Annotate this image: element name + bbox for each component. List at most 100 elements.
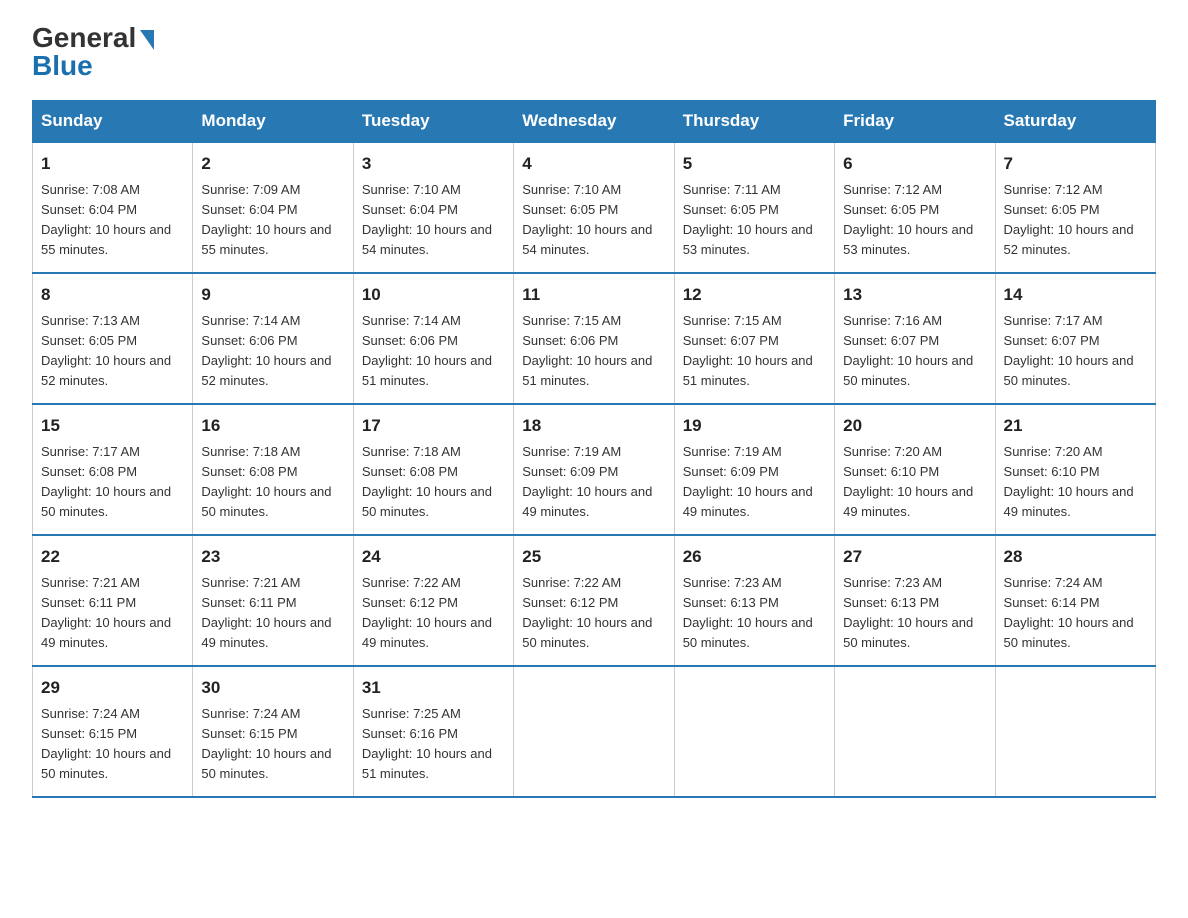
calendar-cell: 17Sunrise: 7:18 AMSunset: 6:08 PMDayligh… xyxy=(353,404,513,535)
day-info: Sunrise: 7:25 AMSunset: 6:16 PMDaylight:… xyxy=(362,706,492,781)
day-number: 4 xyxy=(522,151,665,177)
calendar-cell: 2 Sunrise: 7:09 AMSunset: 6:04 PMDaylight… xyxy=(193,142,353,273)
calendar-week-row: 22 Sunrise: 7:21 AMSunset: 6:11 PMDayligh… xyxy=(33,535,1156,666)
logo: General Blue xyxy=(32,24,154,80)
calendar-cell xyxy=(514,666,674,797)
day-number: 9 xyxy=(201,282,344,308)
calendar-cell: 30 Sunrise: 7:24 AMSunset: 6:15 PMDayligh… xyxy=(193,666,353,797)
calendar-cell: 14 Sunrise: 7:17 AMSunset: 6:07 PMDayligh… xyxy=(995,273,1155,404)
day-info: Sunrise: 7:09 AMSunset: 6:04 PMDaylight:… xyxy=(201,182,331,257)
day-number: 8 xyxy=(41,282,184,308)
day-number: 12 xyxy=(683,282,826,308)
day-info: Sunrise: 7:24 AMSunset: 6:14 PMDaylight:… xyxy=(1004,575,1134,650)
calendar-cell xyxy=(995,666,1155,797)
calendar-cell: 4Sunrise: 7:10 AMSunset: 6:05 PMDaylight… xyxy=(514,142,674,273)
calendar-cell: 24 Sunrise: 7:22 AMSunset: 6:12 PMDayligh… xyxy=(353,535,513,666)
day-number: 1 xyxy=(41,151,184,177)
calendar-week-row: 15 Sunrise: 7:17 AMSunset: 6:08 PMDayligh… xyxy=(33,404,1156,535)
day-info: Sunrise: 7:24 AMSunset: 6:15 PMDaylight:… xyxy=(41,706,171,781)
day-number: 10 xyxy=(362,282,505,308)
calendar-cell xyxy=(835,666,995,797)
day-number: 2 xyxy=(201,151,344,177)
day-info: Sunrise: 7:20 AMSunset: 6:10 PMDaylight:… xyxy=(843,444,973,519)
page-header: General Blue xyxy=(32,24,1156,80)
day-info: Sunrise: 7:19 AMSunset: 6:09 PMDaylight:… xyxy=(522,444,652,519)
day-info: Sunrise: 7:15 AMSunset: 6:07 PMDaylight:… xyxy=(683,313,813,388)
day-number: 5 xyxy=(683,151,826,177)
day-number: 28 xyxy=(1004,544,1147,570)
calendar-cell: 10 Sunrise: 7:14 AMSunset: 6:06 PMDayligh… xyxy=(353,273,513,404)
day-number: 14 xyxy=(1004,282,1147,308)
day-info: Sunrise: 7:10 AMSunset: 6:04 PMDaylight:… xyxy=(362,182,492,257)
calendar-cell: 23 Sunrise: 7:21 AMSunset: 6:11 PMDayligh… xyxy=(193,535,353,666)
day-number: 15 xyxy=(41,413,184,439)
day-info: Sunrise: 7:23 AMSunset: 6:13 PMDaylight:… xyxy=(683,575,813,650)
day-info: Sunrise: 7:13 AMSunset: 6:05 PMDaylight:… xyxy=(41,313,171,388)
column-header-wednesday: Wednesday xyxy=(514,101,674,143)
column-header-sunday: Sunday xyxy=(33,101,193,143)
calendar-cell: 3 Sunrise: 7:10 AMSunset: 6:04 PMDaylight… xyxy=(353,142,513,273)
logo-general-text: General xyxy=(32,24,136,52)
day-info: Sunrise: 7:18 AMSunset: 6:08 PMDaylight:… xyxy=(201,444,331,519)
day-number: 18 xyxy=(522,413,665,439)
day-info: Sunrise: 7:17 AMSunset: 6:07 PMDaylight:… xyxy=(1004,313,1134,388)
calendar-cell: 8 Sunrise: 7:13 AMSunset: 6:05 PMDaylight… xyxy=(33,273,193,404)
day-number: 30 xyxy=(201,675,344,701)
calendar-cell: 6 Sunrise: 7:12 AMSunset: 6:05 PMDaylight… xyxy=(835,142,995,273)
calendar-cell: 12 Sunrise: 7:15 AMSunset: 6:07 PMDayligh… xyxy=(674,273,834,404)
day-info: Sunrise: 7:21 AMSunset: 6:11 PMDaylight:… xyxy=(41,575,171,650)
day-number: 23 xyxy=(201,544,344,570)
calendar-cell: 25Sunrise: 7:22 AMSunset: 6:12 PMDayligh… xyxy=(514,535,674,666)
day-number: 31 xyxy=(362,675,505,701)
day-number: 26 xyxy=(683,544,826,570)
day-info: Sunrise: 7:19 AMSunset: 6:09 PMDaylight:… xyxy=(683,444,813,519)
calendar-cell: 29Sunrise: 7:24 AMSunset: 6:15 PMDayligh… xyxy=(33,666,193,797)
day-number: 6 xyxy=(843,151,986,177)
calendar-cell: 27 Sunrise: 7:23 AMSunset: 6:13 PMDayligh… xyxy=(835,535,995,666)
calendar-cell: 26 Sunrise: 7:23 AMSunset: 6:13 PMDayligh… xyxy=(674,535,834,666)
calendar-header-row: SundayMondayTuesdayWednesdayThursdayFrid… xyxy=(33,101,1156,143)
day-number: 20 xyxy=(843,413,986,439)
day-info: Sunrise: 7:15 AMSunset: 6:06 PMDaylight:… xyxy=(522,313,652,388)
day-info: Sunrise: 7:12 AMSunset: 6:05 PMDaylight:… xyxy=(1004,182,1134,257)
day-info: Sunrise: 7:18 AMSunset: 6:08 PMDaylight:… xyxy=(362,444,492,519)
day-info: Sunrise: 7:14 AMSunset: 6:06 PMDaylight:… xyxy=(362,313,492,388)
day-info: Sunrise: 7:21 AMSunset: 6:11 PMDaylight:… xyxy=(201,575,331,650)
calendar-week-row: 1Sunrise: 7:08 AMSunset: 6:04 PMDaylight… xyxy=(33,142,1156,273)
calendar-cell: 20 Sunrise: 7:20 AMSunset: 6:10 PMDayligh… xyxy=(835,404,995,535)
calendar-cell: 21 Sunrise: 7:20 AMSunset: 6:10 PMDayligh… xyxy=(995,404,1155,535)
day-info: Sunrise: 7:12 AMSunset: 6:05 PMDaylight:… xyxy=(843,182,973,257)
calendar-cell: 7 Sunrise: 7:12 AMSunset: 6:05 PMDaylight… xyxy=(995,142,1155,273)
day-info: Sunrise: 7:11 AMSunset: 6:05 PMDaylight:… xyxy=(683,182,813,257)
column-header-monday: Monday xyxy=(193,101,353,143)
calendar-cell: 18 Sunrise: 7:19 AMSunset: 6:09 PMDayligh… xyxy=(514,404,674,535)
day-info: Sunrise: 7:22 AMSunset: 6:12 PMDaylight:… xyxy=(362,575,492,650)
calendar-cell: 15 Sunrise: 7:17 AMSunset: 6:08 PMDayligh… xyxy=(33,404,193,535)
day-number: 21 xyxy=(1004,413,1147,439)
day-number: 16 xyxy=(201,413,344,439)
calendar-cell: 11 Sunrise: 7:15 AMSunset: 6:06 PMDayligh… xyxy=(514,273,674,404)
calendar-cell: 16 Sunrise: 7:18 AMSunset: 6:08 PMDayligh… xyxy=(193,404,353,535)
day-info: Sunrise: 7:24 AMSunset: 6:15 PMDaylight:… xyxy=(201,706,331,781)
day-number: 13 xyxy=(843,282,986,308)
day-info: Sunrise: 7:20 AMSunset: 6:10 PMDaylight:… xyxy=(1004,444,1134,519)
calendar-cell: 5 Sunrise: 7:11 AMSunset: 6:05 PMDaylight… xyxy=(674,142,834,273)
calendar-cell: 22 Sunrise: 7:21 AMSunset: 6:11 PMDayligh… xyxy=(33,535,193,666)
day-number: 27 xyxy=(843,544,986,570)
calendar-cell: 1Sunrise: 7:08 AMSunset: 6:04 PMDaylight… xyxy=(33,142,193,273)
day-number: 3 xyxy=(362,151,505,177)
column-header-tuesday: Tuesday xyxy=(353,101,513,143)
day-number: 22 xyxy=(41,544,184,570)
day-number: 7 xyxy=(1004,151,1147,177)
day-number: 11 xyxy=(522,282,665,308)
column-header-saturday: Saturday xyxy=(995,101,1155,143)
calendar-cell: 28 Sunrise: 7:24 AMSunset: 6:14 PMDayligh… xyxy=(995,535,1155,666)
logo-blue-text: Blue xyxy=(32,52,93,80)
day-info: Sunrise: 7:16 AMSunset: 6:07 PMDaylight:… xyxy=(843,313,973,388)
day-info: Sunrise: 7:22 AMSunset: 6:12 PMDaylight:… xyxy=(522,575,652,650)
day-number: 24 xyxy=(362,544,505,570)
day-info: Sunrise: 7:17 AMSunset: 6:08 PMDaylight:… xyxy=(41,444,171,519)
calendar-week-row: 29Sunrise: 7:24 AMSunset: 6:15 PMDayligh… xyxy=(33,666,1156,797)
day-info: Sunrise: 7:14 AMSunset: 6:06 PMDaylight:… xyxy=(201,313,331,388)
day-info: Sunrise: 7:23 AMSunset: 6:13 PMDaylight:… xyxy=(843,575,973,650)
